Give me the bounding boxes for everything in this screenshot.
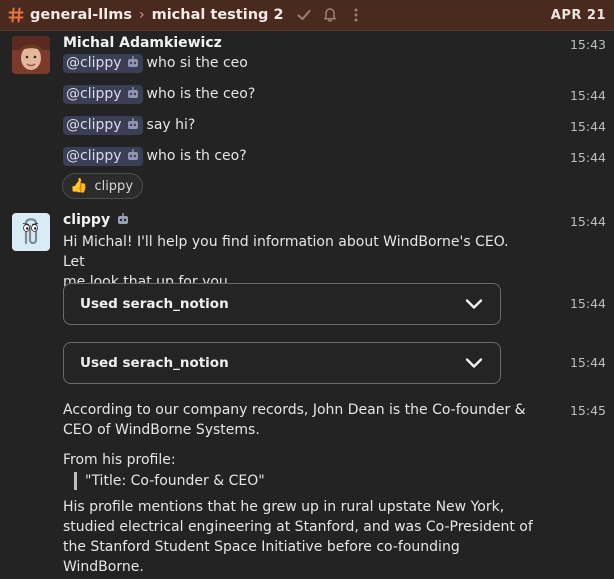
mention-chip[interactable]: @clippy (63, 147, 143, 166)
message-time: 15:44 (569, 88, 606, 103)
bot-icon (127, 149, 138, 160)
author-name: clippy (63, 212, 111, 228)
text-line: His profile mentions that he grew up in … (63, 499, 505, 515)
channel-header: general-llms › michal testing 2 APR 21 (0, 0, 614, 31)
channel-name[interactable]: general-llms (30, 7, 132, 23)
message-text: who is th ceo? (146, 148, 247, 164)
message-time: 15:44 (569, 150, 606, 165)
message-text: who si the ceo (146, 55, 248, 71)
text-line: Hi Michal! I'll help you find informatio… (63, 234, 509, 270)
reaction-chip[interactable]: 👍 clippy (62, 173, 144, 199)
bot-icon (118, 213, 129, 224)
blockquote: "Title: Co-founder & CEO" (74, 472, 265, 490)
check-icon[interactable] (296, 7, 312, 23)
message-time: 15:44 (569, 119, 606, 134)
message-time: 15:44 (569, 296, 606, 311)
message-line: @clippy who is the ceo? (63, 85, 255, 104)
chevron-down-icon[interactable] (464, 353, 484, 373)
chevron-right-icon: › (138, 7, 145, 23)
bot-icon (127, 118, 138, 129)
bot-icon (127, 87, 138, 98)
paperclip-avatar-icon (12, 213, 50, 251)
bell-icon[interactable] (322, 7, 338, 23)
message-line: @clippy say hi? (63, 116, 195, 135)
profile-intro: From his profile: (63, 452, 176, 468)
message-text: who is the ceo? (146, 86, 256, 102)
mention-chip[interactable]: @clippy (63, 54, 143, 73)
message-author[interactable]: clippy (63, 212, 130, 228)
text-line: CEO of WindBorne Systems. (63, 422, 260, 438)
text-line: studied electrical engineering at Stanfo… (63, 519, 533, 535)
tool-call-card[interactable]: Used serach_notion (63, 342, 501, 384)
tool-call-card[interactable]: Used serach_notion (63, 283, 501, 325)
text-line: the Stanford Student Space Initiative be… (63, 539, 460, 555)
more-vertical-icon[interactable] (348, 7, 364, 23)
message-time: 15:43 (569, 37, 606, 52)
message-time: 15:44 (569, 214, 606, 229)
message-time: 15:44 (569, 355, 606, 370)
tool-call-label: Used serach_notion (80, 296, 229, 312)
text-line: According to our company records, John D… (63, 402, 526, 418)
bot-icon (127, 56, 138, 67)
tool-call-label: Used serach_notion (80, 355, 229, 371)
text-line: WindBorne. (63, 559, 144, 575)
reaction-label: clippy (94, 178, 134, 194)
thumbs-up-icon: 👍 (70, 178, 88, 194)
user-avatar-image (12, 36, 50, 74)
hash-icon (8, 7, 24, 23)
chevron-down-icon[interactable] (464, 294, 484, 314)
mention-chip[interactable]: @clippy (63, 85, 143, 104)
avatar[interactable] (12, 36, 50, 74)
answer-text: According to our company records, John D… (63, 400, 533, 440)
message-line: @clippy who si the ceo (63, 54, 248, 73)
thread-title[interactable]: michal testing 2 (152, 7, 284, 23)
message-line: @clippy who is th ceo? (63, 147, 247, 166)
bio-text: His profile mentions that he grew up in … (63, 497, 533, 577)
message-text: say hi? (146, 117, 196, 133)
avatar[interactable] (12, 213, 50, 251)
message-author[interactable]: Michal Adamkiewicz (63, 35, 222, 51)
message-time: 15:45 (569, 403, 606, 418)
mention-chip[interactable]: @clippy (63, 116, 143, 135)
date-label: APR 21 (550, 7, 606, 23)
